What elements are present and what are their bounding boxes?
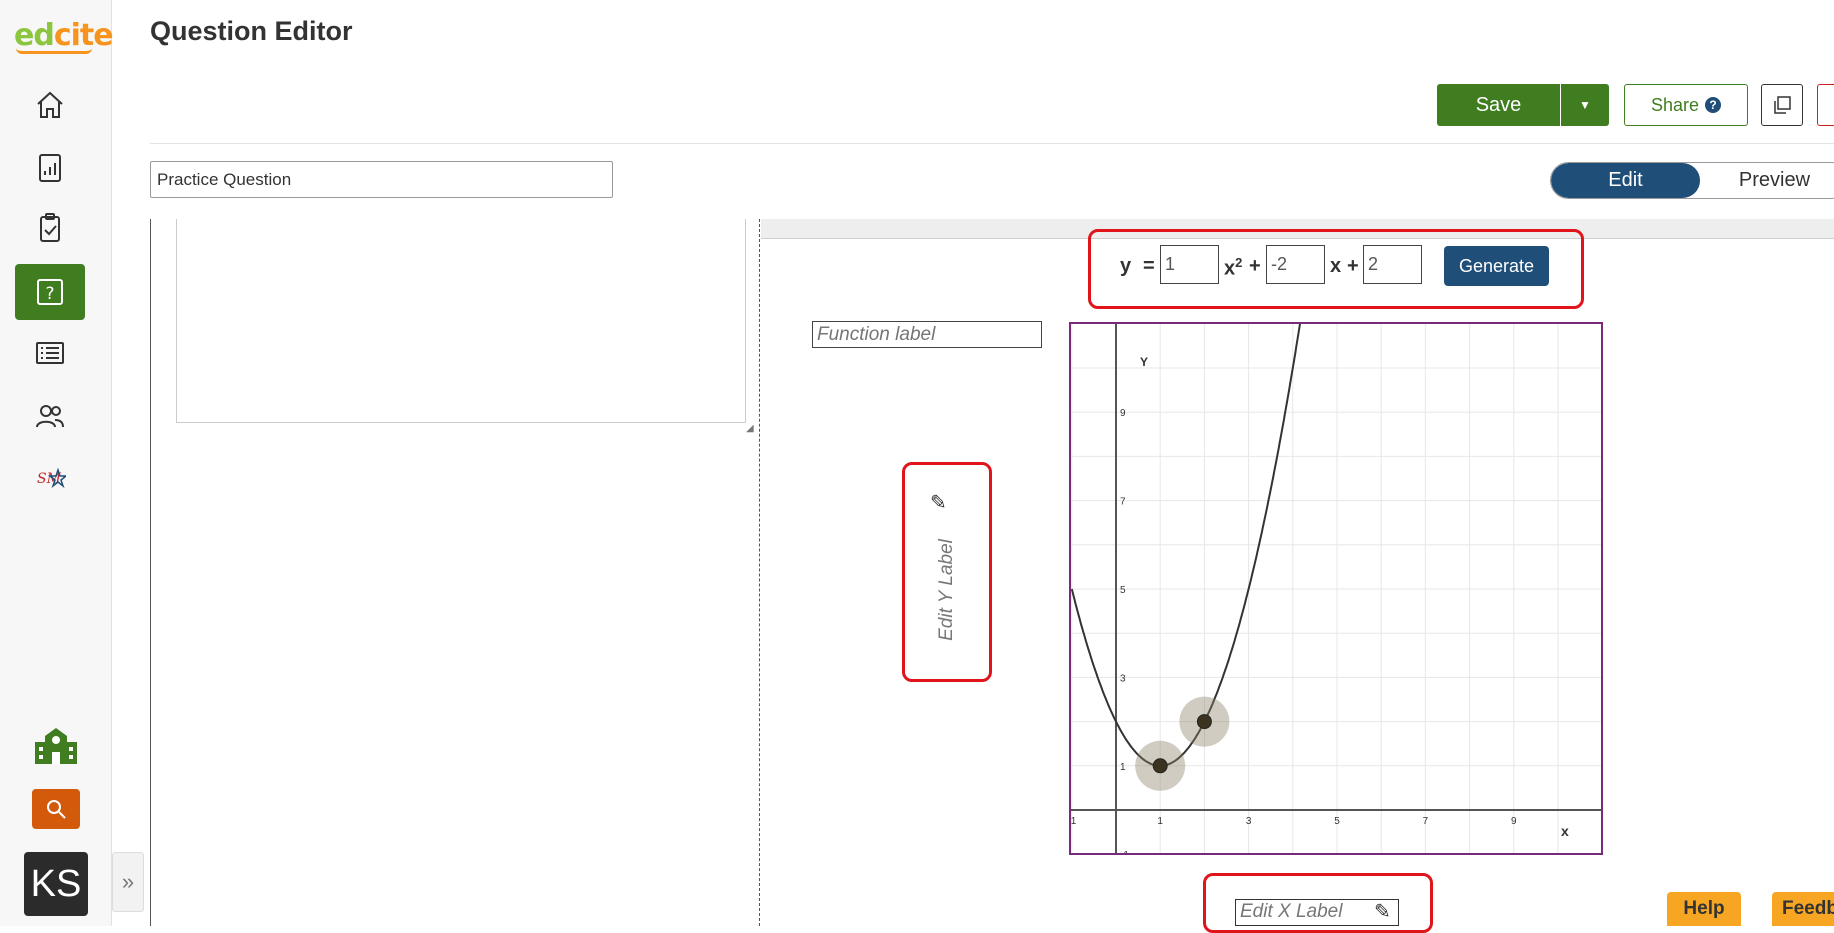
- question-box-icon: ?: [37, 279, 63, 305]
- x-tick-label: 1: [1157, 816, 1163, 827]
- coefficient-c-input[interactable]: [1363, 245, 1422, 284]
- expand-sidebar-button[interactable]: »: [112, 852, 144, 912]
- nav-reports[interactable]: [15, 140, 85, 196]
- y-tick-label: 3: [1120, 673, 1126, 684]
- logo-swoosh: [16, 48, 92, 54]
- coefficient-b-input[interactable]: [1266, 245, 1325, 284]
- double-chevron-right-icon: »: [121, 869, 135, 894]
- y-tick-label: 5: [1120, 585, 1126, 596]
- graph-canvas[interactable]: -1 1 3 5 7 9 -1 1 3 5 7 9 x Y: [1069, 322, 1603, 855]
- y-axis-label: Y: [1140, 355, 1148, 369]
- search-icon: [47, 800, 66, 819]
- clipboard-check-icon: [40, 213, 60, 242]
- page-title: Question Editor: [150, 16, 353, 46]
- equation-x-squared: x2: [1224, 255, 1243, 280]
- school-icon[interactable]: [33, 726, 79, 766]
- users-icon: [36, 405, 64, 428]
- home-icon: [37, 91, 63, 118]
- x-tick-label: -1: [1071, 816, 1077, 827]
- question-title-input[interactable]: [150, 161, 613, 198]
- feedback-button[interactable]: Feedb: [1772, 892, 1834, 926]
- pencil-icon[interactable]: ✎: [1374, 899, 1391, 924]
- search-wrap: [0, 789, 112, 829]
- resize-handle-icon[interactable]: ◢: [746, 423, 758, 435]
- tab-edit[interactable]: Edit: [1551, 163, 1700, 198]
- save-button[interactable]: Save: [1437, 84, 1560, 126]
- equation-equals: =: [1143, 255, 1155, 277]
- sidebar: edcite ? SM KS: [0, 0, 114, 926]
- svg-text:?: ?: [45, 284, 54, 304]
- nav-classes[interactable]: [15, 388, 85, 444]
- nav-questions[interactable]: ?: [15, 264, 85, 320]
- list-icon: [36, 342, 64, 364]
- avatar[interactable]: KS: [24, 852, 88, 916]
- coefficient-a-input[interactable]: [1160, 245, 1219, 284]
- prompt-text-editor[interactable]: [176, 219, 746, 423]
- y-tick-label: 1: [1120, 762, 1126, 773]
- equation-x: x: [1330, 255, 1342, 277]
- nav-standards[interactable]: SM: [15, 450, 85, 506]
- share-button[interactable]: Share ?: [1624, 84, 1748, 126]
- caret-down-icon: ▼: [1579, 98, 1591, 112]
- mode-toggle: Edit Preview: [1550, 162, 1834, 199]
- share-label: Share: [1650, 94, 1700, 115]
- x-axis-label: x: [1561, 823, 1569, 839]
- nav-home[interactable]: [15, 77, 85, 133]
- y-tick-label: -1: [1120, 850, 1129, 853]
- save-dropdown-button[interactable]: ▼: [1561, 84, 1609, 126]
- point-handle[interactable]: [1152, 758, 1168, 774]
- tab-preview[interactable]: Preview: [1700, 163, 1834, 198]
- school-wrap: [0, 726, 112, 766]
- svg-text:SM: SM: [37, 471, 62, 487]
- delete-button[interactable]: [1817, 84, 1834, 126]
- copy-icon: [1774, 96, 1791, 114]
- point-handle[interactable]: [1196, 714, 1212, 730]
- equation-y-label: y: [1120, 255, 1132, 277]
- help-circle-icon: ?: [1705, 97, 1722, 113]
- bar-chart-icon: [39, 154, 61, 182]
- function-label-input[interactable]: [812, 321, 1042, 348]
- y-label-placeholder: Edit Y Label: [936, 539, 957, 641]
- standards-star-icon: SM: [37, 467, 66, 489]
- equation-plus-1: +: [1249, 255, 1261, 277]
- x-tick-label: 3: [1246, 816, 1252, 827]
- help-button[interactable]: Help: [1667, 892, 1741, 926]
- x-label-placeholder: Edit X Label: [1240, 901, 1343, 922]
- pencil-icon[interactable]: ✎: [930, 490, 947, 515]
- nav-list[interactable]: [15, 325, 85, 381]
- x-tick-label: 7: [1423, 816, 1429, 827]
- equation-plus-2: +: [1347, 255, 1359, 277]
- search-button[interactable]: [32, 789, 80, 829]
- duplicate-button[interactable]: [1761, 84, 1803, 126]
- parabola-chart[interactable]: -1 1 3 5 7 9 -1 1 3 5 7 9 x Y: [1071, 324, 1601, 853]
- avatar-wrap: KS: [0, 852, 112, 916]
- header-divider: [150, 143, 1834, 144]
- y-tick-label: 7: [1120, 497, 1126, 508]
- x-tick-label: 5: [1334, 816, 1340, 827]
- generate-button[interactable]: Generate: [1444, 246, 1549, 286]
- x-tick-label: 9: [1511, 816, 1517, 827]
- nav-assignments[interactable]: [15, 200, 85, 256]
- y-tick-label: 9: [1120, 408, 1126, 419]
